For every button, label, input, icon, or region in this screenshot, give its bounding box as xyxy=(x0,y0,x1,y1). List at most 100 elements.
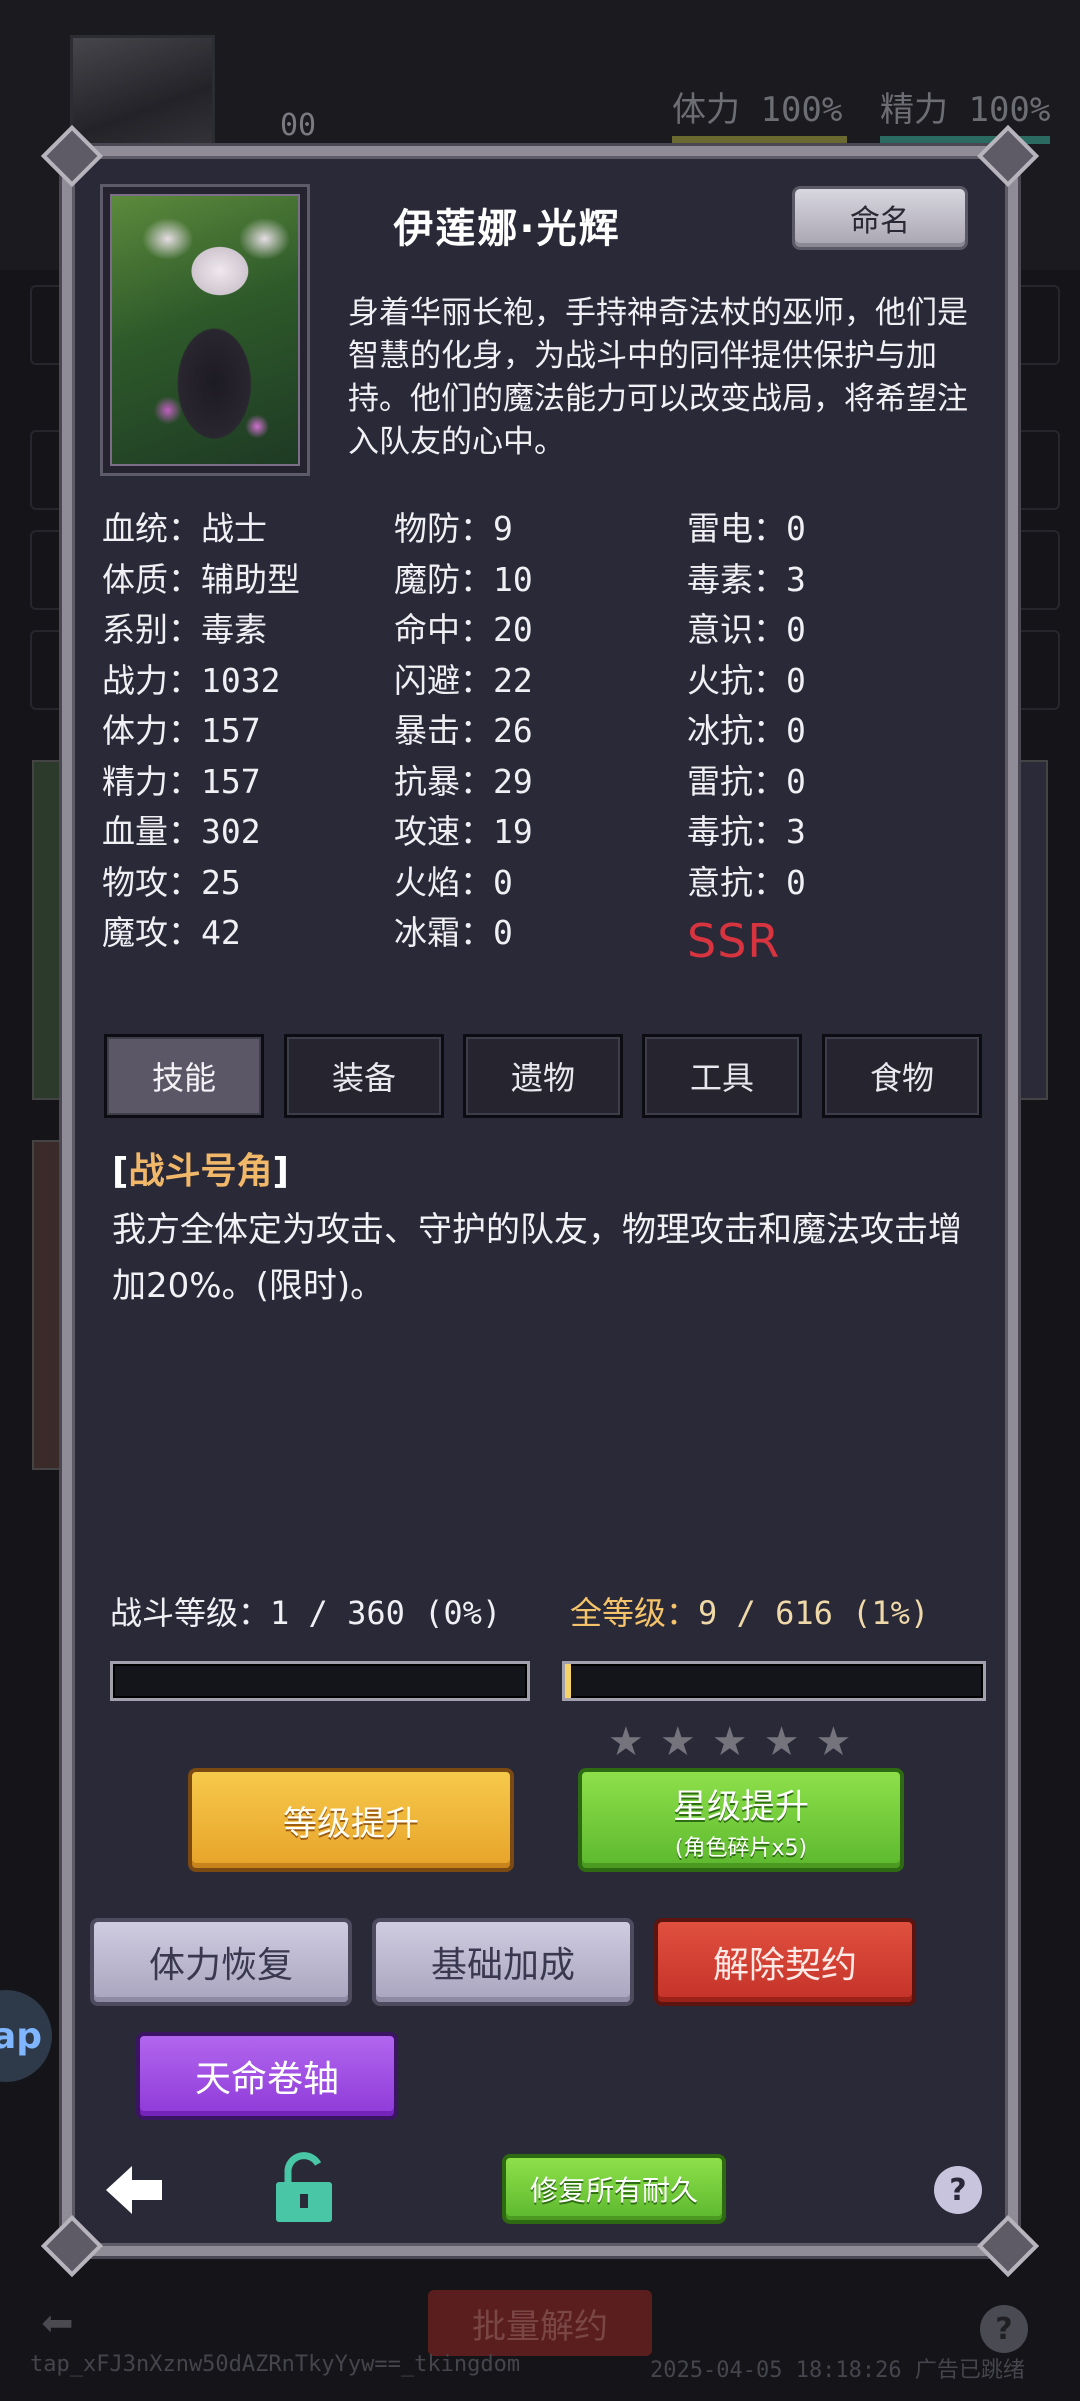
stat-row: 雷电：0 xyxy=(687,504,806,555)
ap-floating-button[interactable]: ap xyxy=(0,1990,52,2082)
stat-value: 0 xyxy=(786,509,806,548)
stat-key: 毒素： xyxy=(687,559,786,599)
stamina-restore-label: 体力恢复 xyxy=(148,1945,293,1986)
stat-value: 0 xyxy=(493,862,513,902)
skill-bracket-close: ] xyxy=(272,1151,289,1192)
total-level-bar xyxy=(562,1661,986,1701)
stats-column-1: 血统：战士 体质：辅助型 系别：毒素 战力：1032 体力：157 精力：157 血量：30… xyxy=(102,504,300,959)
star-up-button[interactable]: 星级提升 (角色碎片x5) xyxy=(578,1768,904,1872)
stat-row: 雷抗：0 xyxy=(687,757,806,808)
frame-corner xyxy=(976,2214,1040,2278)
stat-row: 暴击：26 xyxy=(394,706,533,757)
stat-row: 毒抗：3 xyxy=(687,807,806,858)
level-up-button[interactable]: 等级提升 xyxy=(188,1768,514,1872)
stat-value: 0 xyxy=(786,610,806,649)
battle-level-value: 1 / 360 (0%) xyxy=(270,1594,502,1632)
stat-value: 0 xyxy=(786,711,806,750)
background-card xyxy=(32,760,62,1100)
stat-row: 火抗：0 xyxy=(687,656,806,707)
stat-key: 雷抗： xyxy=(687,761,786,801)
tab-food[interactable]: 食物 xyxy=(822,1034,982,1118)
stat-value: 157 xyxy=(201,711,261,750)
total-level-key: 全等级： xyxy=(570,1594,699,1632)
star-icon: ★ xyxy=(608,1719,644,1765)
star-icon: ★ xyxy=(659,1719,696,1765)
stat-row: 系别：毒素 xyxy=(102,605,300,656)
background-energy-label: 精力 100% xyxy=(880,90,1051,130)
frame-corner xyxy=(40,2214,104,2278)
stats-column-3: 雷电：0 毒素：3 意识：0 火抗：0 冰抗：0 雷抗：0 毒抗：3 意抗：0 xyxy=(687,504,806,908)
stat-value: 0 xyxy=(786,862,806,902)
star-up-cost: (角色碎片x5) xyxy=(674,1835,808,1861)
footer-device-id: tap_xFJ3nXznw50dAZRnTkyYyw==_tkingdom xyxy=(30,2352,521,2377)
skill-title: [战斗号角] xyxy=(112,1142,289,1194)
stat-key: 冰霜： xyxy=(394,913,493,952)
back-arrow-icon[interactable] xyxy=(102,2158,166,2222)
character-name: 伊莲娜·光辉 xyxy=(393,206,621,252)
background-card xyxy=(32,1140,62,1470)
portrait-image xyxy=(110,194,300,466)
stat-key: 火抗： xyxy=(687,660,786,700)
stat-row: 战力：1032 xyxy=(102,656,300,707)
stat-value: 26 xyxy=(493,711,533,750)
rename-button[interactable]: 命名 xyxy=(792,186,968,250)
tab-equipment[interactable]: 装备 xyxy=(284,1034,444,1118)
skill-bracket-open: [ xyxy=(112,1151,129,1192)
stat-value: 3 xyxy=(786,812,806,851)
help-icon[interactable]: ? xyxy=(934,2166,982,2214)
background-character-thumbnail xyxy=(70,35,215,155)
screen: 00 体力 100% 精力 100% ap ⬅ 批量解约 ? tap_xFJ3n… xyxy=(0,0,1080,2401)
fate-scroll-button[interactable]: 天命卷轴 xyxy=(136,2032,398,2120)
unlock-icon[interactable] xyxy=(272,2152,336,2224)
base-bonus-button[interactable]: 基础加成 xyxy=(372,1918,634,2006)
stat-row: 抗暴：29 xyxy=(394,757,533,808)
star-rating: ★ ★ ★ ★ ★ xyxy=(608,1720,888,1764)
stat-row: 意抗：0 xyxy=(687,858,806,909)
stat-key: 意抗： xyxy=(687,862,786,902)
release-contract-button[interactable]: 解除契约 xyxy=(654,1918,916,2006)
character-description: 身着华丽长袍，手持神奇法杖的巫师，他们是智慧的化身，为战斗中的同伴提供保护与加持… xyxy=(348,295,968,460)
level-up-label: 等级提升 xyxy=(283,1803,419,1844)
stat-row: 物攻：25 xyxy=(102,858,300,909)
repair-all-button[interactable]: 修复所有耐久 xyxy=(502,2154,726,2224)
stat-value: 10 xyxy=(493,559,533,599)
stat-row: 火焰：0 xyxy=(394,858,533,909)
star-icon: ★ xyxy=(815,1719,852,1765)
stat-value: 157 xyxy=(201,761,261,801)
stat-row: 物防：9 xyxy=(394,504,533,555)
star-up-label: 星级提升 xyxy=(673,1786,809,1827)
detail-tabs: 技能 装备 遗物 工具 食物 xyxy=(104,1034,984,1120)
stat-key: 命中： xyxy=(394,610,493,649)
batch-release-button: 批量解约 xyxy=(428,2290,652,2356)
stat-value: 战士 xyxy=(201,509,267,548)
total-level-value: 9 / 616 (1%) xyxy=(698,1594,930,1632)
stat-value: 3 xyxy=(786,559,806,599)
stat-key: 暴击： xyxy=(394,711,493,750)
stat-value: 42 xyxy=(201,913,241,952)
background-level-text: 00 xyxy=(280,108,317,143)
stat-row: 魔攻：42 xyxy=(102,908,300,959)
stat-key: 攻速： xyxy=(394,812,493,851)
background-stamina-bar xyxy=(672,136,847,144)
stat-key: 抗暴： xyxy=(394,761,493,801)
stat-row: 血统：战士 xyxy=(102,504,300,555)
total-level-label: 全等级：9 / 616 (1%) xyxy=(570,1588,929,1634)
tab-relics[interactable]: 遗物 xyxy=(463,1034,623,1118)
stat-key: 魔防： xyxy=(394,559,493,599)
tab-tools[interactable]: 工具 xyxy=(642,1034,802,1118)
tab-skills[interactable]: 技能 xyxy=(104,1034,264,1118)
stat-key: 毒抗： xyxy=(687,812,786,851)
stat-key: 系别： xyxy=(102,610,201,649)
stamina-restore-button[interactable]: 体力恢复 xyxy=(90,1918,352,2006)
stat-row: 冰霜：0 xyxy=(394,908,533,959)
skill-name: 战斗号角 xyxy=(128,1151,273,1192)
stat-value: 22 xyxy=(493,660,533,700)
stat-value: 辅助型 xyxy=(201,559,300,599)
repair-all-label: 修复所有耐久 xyxy=(529,2174,698,2207)
stat-key: 体力： xyxy=(102,711,201,750)
stat-key: 魔攻： xyxy=(102,913,201,952)
stat-row: 魔防：10 xyxy=(394,555,533,606)
stat-row: 血量：302 xyxy=(102,807,300,858)
background-stamina-label: 体力 100% xyxy=(672,90,843,130)
stat-key: 战力： xyxy=(102,660,201,700)
